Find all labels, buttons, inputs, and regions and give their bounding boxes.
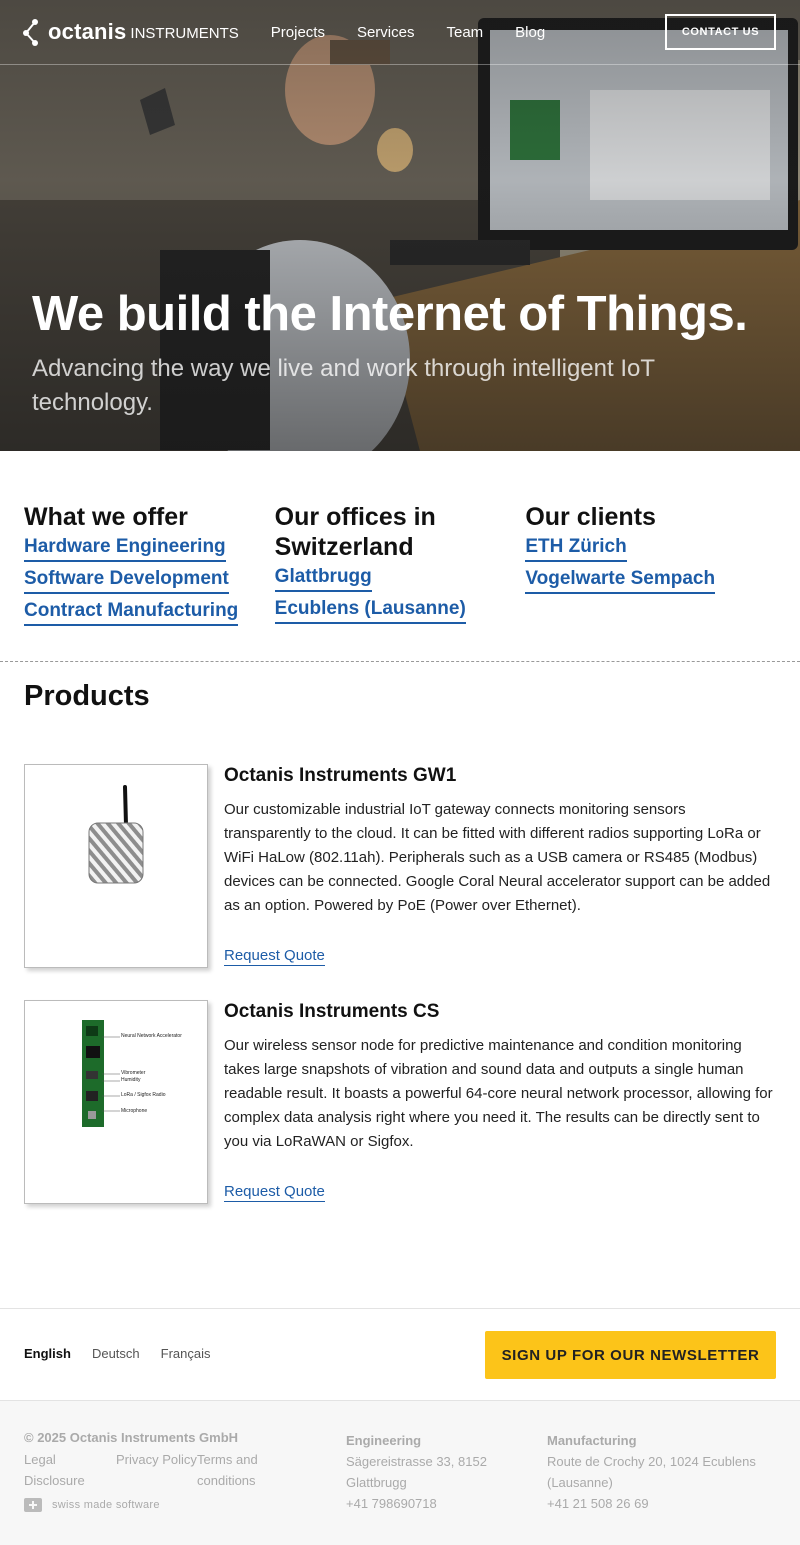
product-card: Neural Network Accelerator Vibrometer Hu…: [24, 1000, 776, 1206]
nav-links: Projects Services Team Blog: [271, 24, 577, 41]
swiss-cross-icon: [24, 1498, 42, 1512]
hero-section: octanis INSTRUMENTS Projects Services Te…: [0, 0, 800, 451]
hero-subtitle: Advancing the way we live and work throu…: [32, 355, 655, 416]
link-contract-manufacturing[interactable]: Contract Manufacturing: [24, 599, 239, 626]
manufacturing-address: Manufacturing Route de Crochy 20, 1024 E…: [547, 1430, 776, 1514]
callout-humidity: Humidity: [121, 1077, 141, 1083]
sensor-board-illustration: Neural Network Accelerator Vibrometer Hu…: [82, 1020, 182, 1127]
offer-column: What we offer Hardware Engineering Softw…: [24, 502, 275, 631]
link-eth-zurich[interactable]: ETH Zürich: [525, 535, 627, 562]
products-heading: Products: [24, 680, 150, 712]
offices-column: Our offices in Switzerland Glattbrugg Ec…: [274, 502, 526, 631]
callout-microphone: Microphone: [121, 1108, 147, 1114]
swiss-label: swiss made software: [52, 1499, 160, 1511]
copyright: © 2025 Octanis Instruments GmbH: [24, 1430, 239, 1445]
brand-subtitle: INSTRUMENTS: [130, 24, 239, 42]
manufacturing-title: Manufacturing: [547, 1433, 637, 1448]
callout-neural: Neural Network Accelerator: [121, 1033, 182, 1039]
clients-column: Our clients ETH Zürich Vogelwarte Sempac…: [525, 502, 776, 631]
brand-logo[interactable]: octanis INSTRUMENTS: [20, 18, 239, 46]
engineering-address: Engineering Sägereistrasse 33, 8152 Glat…: [346, 1430, 516, 1514]
legal-disclosure-link[interactable]: Legal Disclosure: [24, 1449, 116, 1491]
language-newsletter-bar: English Deutsch Français SIGN UP FOR OUR…: [0, 1308, 800, 1401]
product-body: Octanis Instruments CS Our wireless sens…: [224, 1000, 776, 1202]
nav-services[interactable]: Services: [357, 24, 415, 41]
contact-us-button[interactable]: CONTACT US: [665, 14, 776, 50]
product-description: Our wireless sensor node for predictive …: [224, 1037, 773, 1150]
product-card: Octanis Instruments GW1 Our customizable…: [24, 764, 776, 970]
request-quote-link[interactable]: Request Quote: [224, 947, 325, 966]
swiss-made-software-badge: swiss made software: [24, 1498, 160, 1512]
lang-deutsch[interactable]: Deutsch: [92, 1346, 140, 1361]
product-image-gw1: [24, 764, 208, 968]
octanis-logo-icon: [23, 19, 38, 46]
engineering-phone[interactable]: +41 798690718: [346, 1496, 437, 1511]
footer-links: Legal Disclosure Privacy Policy Terms an…: [24, 1449, 287, 1491]
link-glattbrugg[interactable]: Glattbrugg: [274, 565, 372, 592]
link-vogelwarte-sempach[interactable]: Vogelwarte Sempach: [525, 567, 716, 594]
link-software-development[interactable]: Software Development: [24, 567, 229, 594]
product-image-cs: Neural Network Accelerator Vibrometer Hu…: [24, 1000, 208, 1204]
engineering-street: Sägereistrasse 33, 8152 Glattbrugg: [346, 1454, 487, 1490]
product-body: Octanis Instruments GW1 Our customizable…: [224, 764, 776, 966]
site-footer: © 2025 Octanis Instruments GmbH Legal Di…: [0, 1401, 800, 1545]
product-name: Octanis Instruments GW1: [224, 765, 457, 786]
hero-title: We build the Internet of Things.: [32, 287, 748, 341]
offer-heading: What we offer: [24, 503, 188, 531]
callout-radio: LoRa / Sigfox Radio: [121, 1092, 166, 1098]
manufacturing-phone[interactable]: +41 21 508 26 69: [547, 1496, 649, 1511]
newsletter-signup-button[interactable]: SIGN UP FOR OUR NEWSLETTER: [485, 1331, 776, 1379]
brand-name: octanis: [48, 19, 127, 44]
top-navbar: octanis INSTRUMENTS Projects Services Te…: [0, 0, 800, 65]
nav-team[interactable]: Team: [446, 24, 483, 41]
lang-francais[interactable]: Français: [161, 1346, 211, 1361]
gateway-device-illustration: [88, 785, 144, 884]
engineering-title: Engineering: [346, 1433, 422, 1448]
language-switcher: English Deutsch Français: [24, 1346, 232, 1361]
terms-link[interactable]: Terms and conditions: [197, 1449, 287, 1491]
lang-english[interactable]: English: [24, 1346, 71, 1361]
nav-projects[interactable]: Projects: [271, 24, 325, 41]
callout-vibrometer: Vibrometer: [121, 1070, 146, 1076]
product-name: Octanis Instruments CS: [224, 1001, 440, 1022]
link-hardware-engineering[interactable]: Hardware Engineering: [24, 535, 226, 562]
nav-blog[interactable]: Blog: [515, 24, 545, 41]
clients-heading: Our clients: [525, 503, 656, 531]
info-columns: What we offer Hardware Engineering Softw…: [24, 502, 776, 631]
privacy-policy-link[interactable]: Privacy Policy: [116, 1449, 197, 1491]
manufacturing-street: Route de Crochy 20, 1024 Ecublens (Lausa…: [547, 1454, 756, 1490]
offices-heading: Our offices in Switzerland: [274, 503, 436, 561]
product-description: Our customizable industrial IoT gateway …: [224, 801, 771, 914]
request-quote-link[interactable]: Request Quote: [224, 1183, 325, 1202]
link-ecublens[interactable]: Ecublens (Lausanne): [274, 597, 466, 624]
section-divider: [0, 661, 800, 662]
